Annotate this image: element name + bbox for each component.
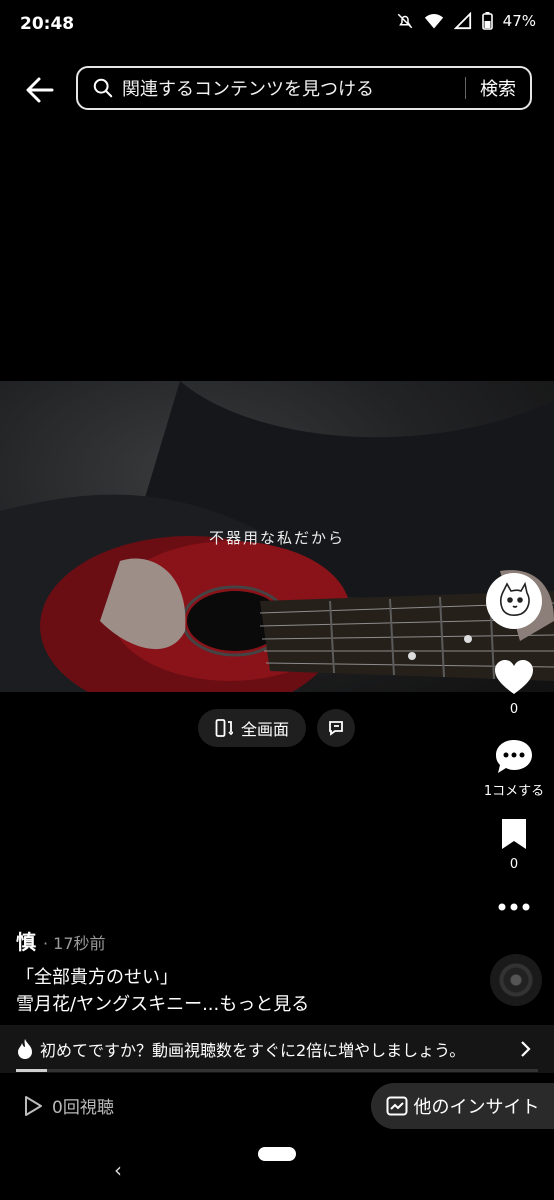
caption-icon	[329, 721, 343, 736]
wifi-icon	[424, 14, 443, 29]
search-divider	[465, 77, 466, 99]
video-progress-fill	[16, 1069, 48, 1072]
system-back-button[interactable]: ‹	[114, 1158, 122, 1182]
save-count: 0	[509, 857, 519, 872]
like-button[interactable]: 0	[474, 660, 554, 717]
caption-title: 「全部貴方のせい」	[16, 967, 178, 988]
insights-button[interactable]: 他のインサイト	[371, 1083, 554, 1129]
arrow-left-icon	[26, 77, 54, 103]
insights-label: 他のインサイト	[413, 1097, 540, 1118]
battery-percent: 47%	[502, 12, 536, 30]
search-icon	[93, 78, 113, 98]
more-options-button[interactable]	[474, 902, 554, 912]
fullscreen-button[interactable]: 全画面	[198, 709, 306, 747]
rotate-screen-icon	[215, 719, 233, 737]
signal-icon	[453, 12, 471, 30]
status-icons: 47%	[396, 12, 536, 30]
heart-icon	[495, 660, 533, 694]
back-button[interactable]	[22, 72, 58, 108]
comment-button[interactable]: 1コメする	[474, 738, 554, 799]
like-count: 0	[509, 702, 519, 717]
system-home-handle[interactable]	[258, 1147, 296, 1161]
views-count: 0回視聴	[52, 1098, 114, 1118]
video-progress-track[interactable]	[16, 1069, 538, 1072]
search-bar[interactable]: 関連するコンテンツを見つける 検索	[76, 66, 532, 110]
fire-icon	[18, 1039, 32, 1059]
chart-icon	[386, 1096, 407, 1116]
author-avatar[interactable]	[486, 573, 542, 629]
more-dots-icon	[498, 903, 530, 911]
caption-more[interactable]: 雪月花/ヤングスキニー...もっと見る	[16, 990, 309, 1016]
post-time: · 17秒前	[42, 934, 106, 953]
fullscreen-label: 全画面	[240, 720, 289, 739]
play-icon	[25, 1095, 42, 1116]
mute-bell-icon	[397, 13, 412, 29]
promo-text: 初めてですか？動画視聴数をすぐに2倍に増やしましょう。	[40, 1041, 466, 1060]
save-button[interactable]: 0	[474, 817, 554, 872]
bookmark-icon	[502, 819, 526, 849]
search-input[interactable]: 関連するコンテンツを見つける	[122, 75, 465, 101]
status-time: 20:48	[20, 14, 75, 34]
author-name[interactable]: 慎	[16, 930, 36, 954]
views-stat: 0回視聴	[22, 1093, 114, 1118]
caption-toggle-button[interactable]	[317, 709, 355, 747]
search-button[interactable]: 検索	[480, 75, 516, 101]
music-disc-button[interactable]	[490, 954, 542, 1006]
comment-label: 1コメする	[483, 784, 545, 799]
comment-bubble-icon	[496, 740, 532, 773]
video-subtitle: 不器用な私だから	[208, 529, 345, 547]
chevron-right-icon	[521, 1041, 531, 1057]
author-line: 慎 · 17秒前	[16, 926, 106, 955]
promo-banner[interactable]: 初めてですか？動画視聴数をすぐに2倍に増やしましょう。	[0, 1025, 554, 1073]
battery-icon	[481, 12, 493, 30]
cat-avatar-icon	[499, 581, 530, 616]
